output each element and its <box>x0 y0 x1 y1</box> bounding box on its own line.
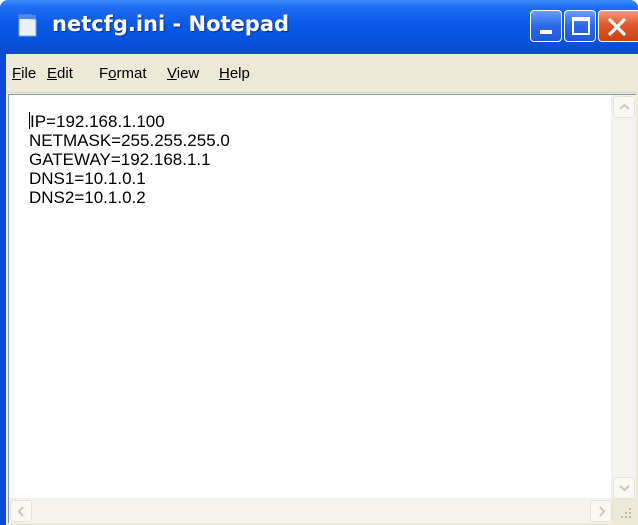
maximize-icon <box>572 17 590 35</box>
menu-format[interactable]: Format <box>99 65 147 82</box>
menu-file[interactable]: File <box>12 65 36 82</box>
scroll-left-button[interactable] <box>10 500 32 522</box>
editor-area: IP=192.168.1.100 NETMASK=255.255.255.0 G… <box>8 94 636 523</box>
text-line: IP=192.168.1.100 <box>29 112 165 131</box>
menu-bar: File Edit Format View Help <box>6 54 638 93</box>
text-line: DNS1=10.1.0.1 <box>29 169 146 188</box>
vertical-scrollbar[interactable] <box>611 95 636 500</box>
minimize-button[interactable] <box>530 10 562 42</box>
resize-grip-icon <box>621 508 631 518</box>
text-line: GATEWAY=192.168.1.1 <box>29 150 211 169</box>
menu-help[interactable]: Help <box>219 65 250 82</box>
scroll-right-button[interactable] <box>590 500 612 522</box>
horizontal-scrollbar[interactable] <box>9 498 613 523</box>
arrow-right-icon <box>599 506 606 517</box>
arrow-up-icon <box>619 103 630 110</box>
title-bar[interactable]: netcfg.ini - Notepad <box>0 0 638 54</box>
close-icon <box>608 18 626 36</box>
text-area[interactable]: IP=192.168.1.100 NETMASK=255.255.255.0 G… <box>9 95 613 500</box>
notepad-window: netcfg.ini - Notepad File Edit Format Vi… <box>0 0 638 525</box>
minimize-icon <box>540 30 552 34</box>
text-line: DNS2=10.1.0.2 <box>29 188 146 207</box>
notepad-icon <box>18 14 37 37</box>
arrow-left-icon <box>17 506 24 517</box>
close-button[interactable] <box>598 10 638 42</box>
arrow-down-icon <box>619 485 630 492</box>
menu-view[interactable]: View <box>167 65 199 82</box>
text-line: NETMASK=255.255.255.0 <box>29 131 230 150</box>
scroll-up-button[interactable] <box>613 96 635 118</box>
maximize-button[interactable] <box>564 10 596 42</box>
scroll-down-button[interactable] <box>613 477 635 499</box>
menu-edit[interactable]: Edit <box>47 65 73 82</box>
resize-grip[interactable] <box>612 499 636 523</box>
window-title: netcfg.ini - Notepad <box>52 12 290 36</box>
window-client: File Edit Format View Help IP=192.168.1.… <box>6 54 638 525</box>
